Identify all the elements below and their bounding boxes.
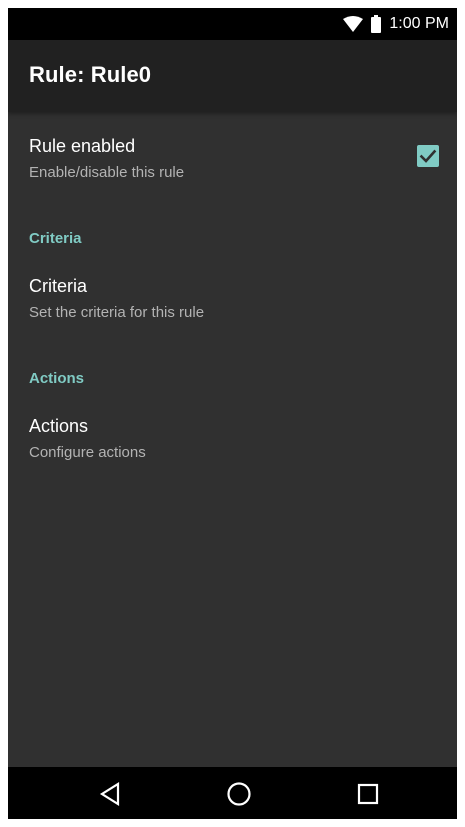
back-icon[interactable] — [98, 781, 124, 807]
status-time: 1:00 PM — [389, 15, 449, 32]
pref-rule-enabled-summary: Enable/disable this rule — [29, 164, 185, 181]
pref-actions-title: Actions — [29, 416, 89, 436]
rule-enabled-checkbox[interactable] — [417, 145, 439, 167]
recents-icon[interactable] — [355, 781, 381, 807]
device-screen: 1:00 PM Rule: Rule0 Rule enabled Enable/… — [8, 8, 457, 819]
category-criteria: Criteria — [29, 230, 82, 247]
pref-rule-enabled[interactable]: Rule enabled Enable/disable this rule — [8, 120, 457, 192]
wifi-icon — [343, 16, 364, 32]
status-bar: 1:00 PM — [8, 8, 457, 40]
home-icon[interactable] — [226, 781, 252, 807]
category-actions: Actions — [29, 370, 85, 387]
pref-actions[interactable]: Actions Configure actions — [8, 400, 457, 472]
pref-criteria[interactable]: Criteria Set the criteria for this rule — [8, 260, 457, 332]
battery-icon — [371, 15, 382, 33]
pref-criteria-title: Criteria — [29, 276, 88, 296]
navigation-bar — [8, 767, 457, 819]
status-icons: 1:00 PM — [343, 8, 449, 40]
pref-actions-summary: Configure actions — [29, 444, 146, 461]
pref-criteria-summary: Set the criteria for this rule — [29, 304, 205, 321]
page-title: Rule: Rule0 — [29, 62, 152, 87]
checkmark-icon — [419, 149, 437, 163]
pref-rule-enabled-title: Rule enabled — [29, 136, 136, 156]
app-bar: Rule: Rule0 — [8, 40, 457, 112]
